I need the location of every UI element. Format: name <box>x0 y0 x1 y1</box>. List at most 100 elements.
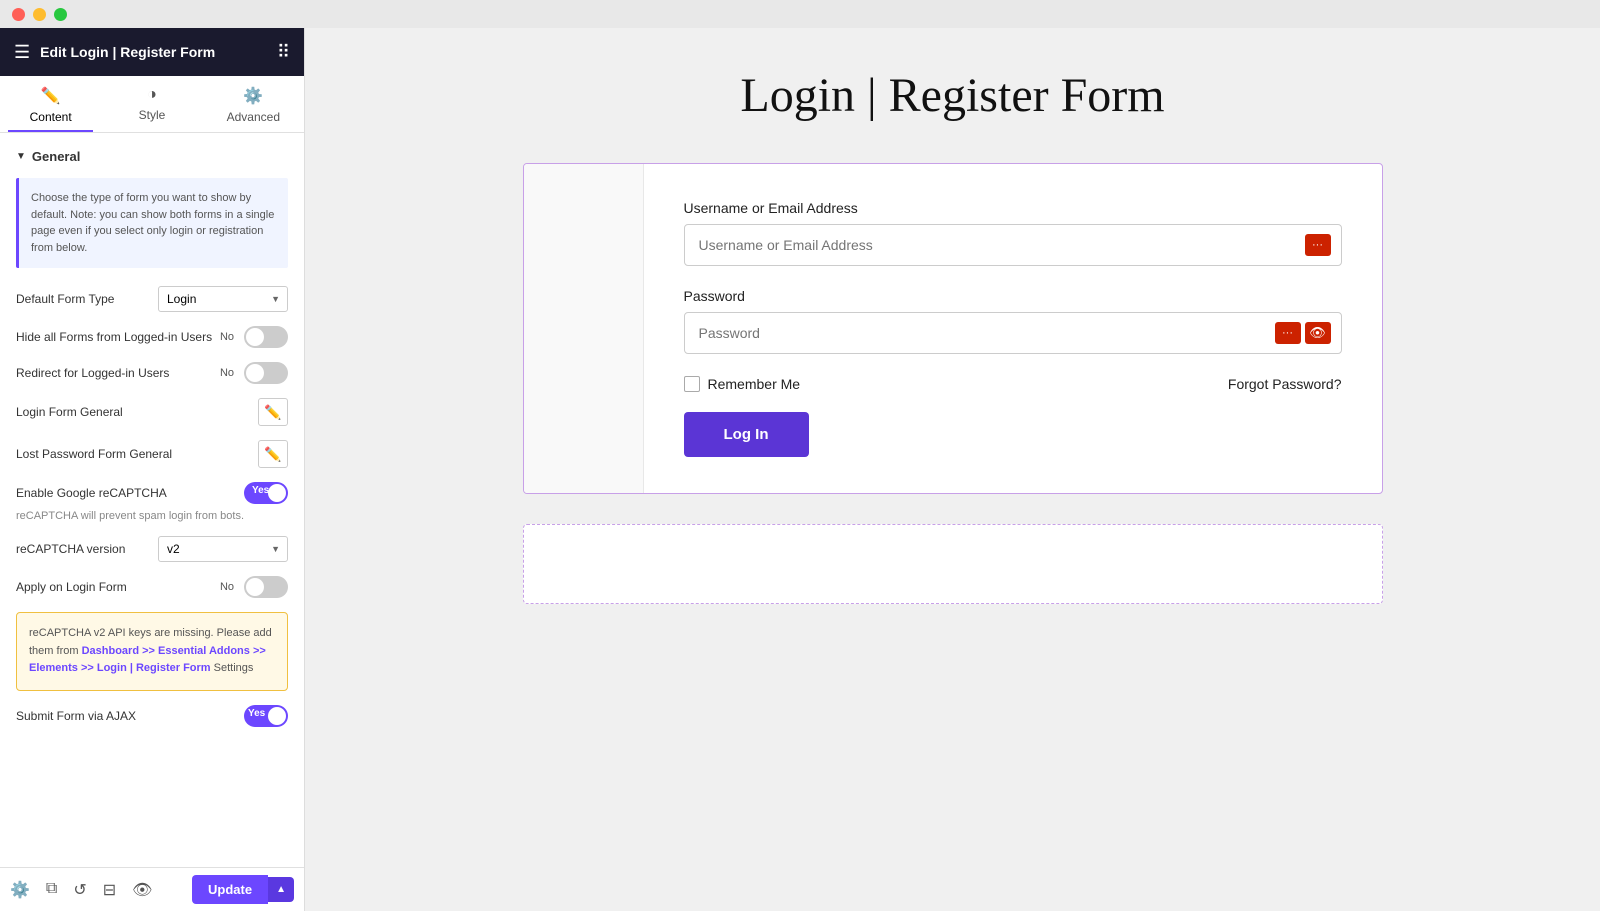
hamburger-icon[interactable]: ☰ <box>14 42 30 63</box>
hide-forms-label: Hide all Forms from Logged-in Users <box>16 330 212 344</box>
history-icon[interactable]: ↺ <box>73 880 86 900</box>
password-toggle-visibility-icon[interactable]: 👁 <box>1305 322 1331 344</box>
recaptcha-version-select[interactable]: v2 v3 <box>158 536 288 562</box>
settings-icon[interactable]: ⚙️ <box>10 880 30 900</box>
redirect-label: Redirect for Logged-in Users <box>16 366 169 380</box>
bottom-toolbar: ⚙️ ⧉ ↺ ⊟ 👁 Update ▲ <box>0 867 304 911</box>
pencil-icon: ✏️ <box>41 86 61 106</box>
tab-content-label: Content <box>30 110 72 124</box>
recaptcha-note: reCAPTCHA will prevent spam login from b… <box>16 510 288 522</box>
grid-icon[interactable]: ⠿ <box>277 42 290 63</box>
maximize-button[interactable] <box>54 8 67 21</box>
apply-login-toggle-wrap: No <box>220 576 288 598</box>
info-box: Choose the type of form you want to show… <box>16 178 288 268</box>
default-form-type-row: Default Form Type Login Register <box>16 286 288 312</box>
lost-password-edit-btn[interactable]: ✏️ <box>258 440 288 468</box>
recaptcha-toggle-wrap: Yes <box>244 482 288 504</box>
hide-forms-toggle[interactable] <box>244 326 288 348</box>
sidebar-header: ☰ Edit Login | Register Form ⠿ <box>0 28 304 76</box>
recaptcha-version-label: reCAPTCHA version <box>16 542 125 556</box>
default-form-type-select-wrapper: Login Register <box>158 286 288 312</box>
redirect-toggle[interactable] <box>244 362 288 384</box>
remember-me-label: Remember Me <box>708 376 801 392</box>
recaptcha-yes-label: Yes <box>248 485 273 496</box>
username-field-group: Username or Email Address ··· <box>684 200 1342 266</box>
sidebar-title: Edit Login | Register Form <box>40 44 215 60</box>
apply-login-no-label: No <box>220 581 234 593</box>
form-card-inner: Username or Email Address ··· Password <box>524 164 1382 493</box>
hide-forms-no-label: No <box>220 331 234 343</box>
update-expand-button[interactable]: ▲ <box>268 877 294 902</box>
update-group: Update ▲ <box>192 875 294 904</box>
apply-login-label: Apply on Login Form <box>16 580 127 594</box>
default-form-type-label: Default Form Type <box>16 292 114 306</box>
toolbar-icons: ⚙️ ⧉ ↺ ⊟ 👁 <box>10 880 152 900</box>
login-form-general-label: Login Form General <box>16 405 123 419</box>
login-form-general-row: Login Form General ✏️ <box>16 398 288 426</box>
close-button[interactable] <box>12 8 25 21</box>
remember-me-checkbox[interactable] <box>684 376 700 392</box>
tab-advanced-label: Advanced <box>227 110 280 124</box>
hide-forms-row: Hide all Forms from Logged-in Users No <box>16 326 288 348</box>
username-label: Username or Email Address <box>684 200 1342 216</box>
apply-login-row: Apply on Login Form No <box>16 576 288 598</box>
submit-ajax-yes-label: Yes <box>248 708 265 719</box>
submit-ajax-toggle-wrap: Yes <box>244 705 288 727</box>
layers-icon[interactable]: ⧉ <box>46 880 57 900</box>
canvas-area: Login | Register Form Username or Email … <box>503 28 1403 644</box>
lost-password-label: Lost Password Form General <box>16 447 172 461</box>
sidebar-content: ▼ General Choose the type of form you wa… <box>0 133 304 867</box>
submit-ajax-row: Submit Form via AJAX Yes <box>16 705 288 727</box>
default-form-type-select[interactable]: Login Register <box>158 286 288 312</box>
username-dynamic-icon[interactable]: ··· <box>1305 234 1331 256</box>
redirect-row: Redirect for Logged-in Users No <box>16 362 288 384</box>
info-text: Choose the type of form you want to show… <box>31 192 274 254</box>
username-input-wrap: ··· <box>684 224 1342 266</box>
warning-box: reCAPTCHA v2 API keys are missing. Pleas… <box>16 612 288 691</box>
tab-style[interactable]: ◑ Style <box>101 76 202 132</box>
sidebar: ☰ Edit Login | Register Form ⠿ ✏️ Conten… <box>0 0 305 911</box>
lost-password-row: Lost Password Form General ✏️ <box>16 440 288 468</box>
hide-forms-toggle-wrap: No <box>220 326 288 348</box>
password-label: Password <box>684 288 1342 304</box>
tab-style-label: Style <box>139 108 166 122</box>
recaptcha-version-select-wrapper: v2 v3 <box>158 536 288 562</box>
tab-content[interactable]: ✏️ Content <box>0 76 101 132</box>
login-button[interactable]: Log In <box>684 412 809 457</box>
form-card-main: Username or Email Address ··· Password <box>644 164 1382 493</box>
register-form-placeholder <box>523 524 1383 604</box>
recaptcha-toggle[interactable]: Yes <box>244 482 288 504</box>
window-chrome <box>0 0 1600 28</box>
recaptcha-label: Enable Google reCAPTCHA <box>16 486 167 500</box>
login-form-general-edit-btn[interactable]: ✏️ <box>258 398 288 426</box>
password-field-group: Password ··· 👁 <box>684 288 1342 354</box>
forgot-password-link[interactable]: Forgot Password? <box>1228 376 1342 392</box>
sidebar-tabs: ✏️ Content ◑ Style ⚙️ Advanced <box>0 76 304 133</box>
password-input-wrap: ··· 👁 <box>684 312 1342 354</box>
password-dynamic-icon[interactable]: ··· <box>1275 322 1301 344</box>
password-input[interactable] <box>685 313 1265 353</box>
recaptcha-version-row: reCAPTCHA version v2 v3 <box>16 536 288 562</box>
chevron-down-icon: ▼ <box>16 151 26 162</box>
minimize-button[interactable] <box>33 8 46 21</box>
redirect-no-label: No <box>220 367 234 379</box>
submit-ajax-label: Submit Form via AJAX <box>16 709 136 723</box>
login-form-card: Username or Email Address ··· Password <box>523 163 1383 494</box>
section-general-label: General <box>32 149 80 164</box>
submit-ajax-toggle[interactable]: Yes <box>244 705 288 727</box>
preview-icon[interactable]: 👁 <box>132 880 152 900</box>
page-title: Login | Register Form <box>740 68 1164 123</box>
recaptcha-row: Enable Google reCAPTCHA Yes <box>16 482 288 504</box>
main-area: Login | Register Form Username or Email … <box>305 0 1600 911</box>
update-button[interactable]: Update <box>192 875 268 904</box>
form-card-sidebar-panel <box>524 164 644 493</box>
redirect-toggle-wrap: No <box>220 362 288 384</box>
tab-advanced[interactable]: ⚙️ Advanced <box>203 76 304 132</box>
section-general-header[interactable]: ▼ General <box>16 149 288 164</box>
sidebar-header-left: ☰ Edit Login | Register Form <box>14 42 215 63</box>
remember-me-group: Remember Me <box>684 376 801 392</box>
template-icon[interactable]: ⊟ <box>103 880 116 900</box>
username-input[interactable] <box>685 225 1295 265</box>
apply-login-toggle[interactable] <box>244 576 288 598</box>
remember-forgot-row: Remember Me Forgot Password? <box>684 376 1342 392</box>
